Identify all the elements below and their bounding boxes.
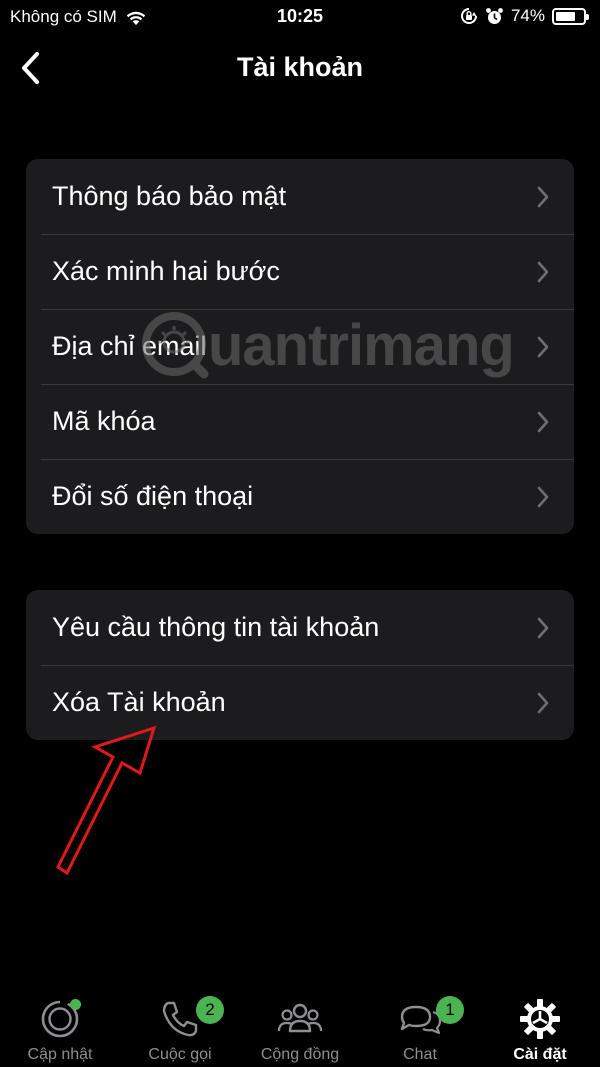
row-label: Thông báo bảo mật bbox=[52, 181, 287, 211]
tab-bar: Cập nhật 2 Cuộc gọi Cộng đồng 1 Chat Cài… bbox=[0, 985, 600, 1067]
chevron-right-icon bbox=[537, 261, 549, 283]
account-info-group: Yêu cầu thông tin tài khoản Xóa Tài khoả… bbox=[26, 590, 574, 740]
orientation-lock-icon bbox=[460, 8, 477, 24]
row-security-notifications[interactable]: Thông báo bảo mật bbox=[26, 159, 574, 234]
status-bar: Không có SIM 10:25 74% bbox=[0, 0, 600, 34]
chevron-right-icon bbox=[537, 411, 549, 433]
row-label: Đổi số điện thoại bbox=[52, 481, 254, 511]
tab-label: Cài đặt bbox=[513, 1046, 567, 1063]
row-passkeys[interactable]: Mã khóa bbox=[26, 384, 574, 459]
account-settings-group: Thông báo bảo mật Xác minh hai bước Địa … bbox=[26, 159, 574, 534]
tab-communities[interactable]: Cộng đồng bbox=[240, 985, 360, 1067]
row-label: Địa chỉ email bbox=[52, 331, 207, 361]
chevron-right-icon bbox=[537, 617, 549, 639]
battery-percent: 74% bbox=[510, 6, 545, 25]
row-label: Mã khóa bbox=[52, 406, 156, 436]
tab-label: Cập nhật bbox=[27, 1046, 93, 1063]
tab-updates[interactable]: Cập nhật bbox=[0, 985, 120, 1067]
tab-label: Chat bbox=[403, 1046, 437, 1063]
row-two-step-verification[interactable]: Xác minh hai bước bbox=[26, 234, 574, 309]
tab-settings[interactable]: Cài đặt bbox=[480, 985, 600, 1067]
updates-dot-badge bbox=[70, 999, 81, 1010]
chats-badge: 1 bbox=[436, 996, 464, 1024]
row-label: Yêu cầu thông tin tài khoản bbox=[52, 612, 380, 642]
row-email-address[interactable]: Địa chỉ email bbox=[26, 309, 574, 384]
chevron-right-icon bbox=[537, 336, 549, 358]
calls-badge: 2 bbox=[196, 996, 224, 1024]
row-request-account-info[interactable]: Yêu cầu thông tin tài khoản bbox=[26, 590, 574, 665]
tab-label: Cộng đồng bbox=[260, 1046, 340, 1063]
nav-bar: Tài khoản bbox=[0, 40, 600, 96]
row-label: Xóa Tài khoản bbox=[52, 687, 226, 717]
row-label: Xác minh hai bước bbox=[52, 256, 280, 286]
chevron-right-icon bbox=[537, 186, 549, 208]
row-change-number[interactable]: Đổi số điện thoại bbox=[26, 459, 574, 534]
tab-chats[interactable]: 1 Chat bbox=[360, 985, 480, 1067]
community-icon bbox=[277, 1003, 323, 1033]
page-title: Tài khoản bbox=[236, 52, 364, 82]
annotation-arrow bbox=[56, 725, 157, 876]
alarm-icon bbox=[486, 7, 503, 24]
settings-gear-icon bbox=[520, 999, 560, 1039]
tab-label: Cuộc gọi bbox=[148, 1046, 212, 1063]
chevron-right-icon bbox=[537, 486, 549, 508]
battery-fill bbox=[556, 11, 575, 21]
battery-icon bbox=[552, 7, 589, 25]
status-right: 74% bbox=[460, 6, 589, 26]
chevron-right-icon bbox=[537, 692, 549, 714]
tab-calls[interactable]: 2 Cuộc gọi bbox=[120, 985, 240, 1067]
